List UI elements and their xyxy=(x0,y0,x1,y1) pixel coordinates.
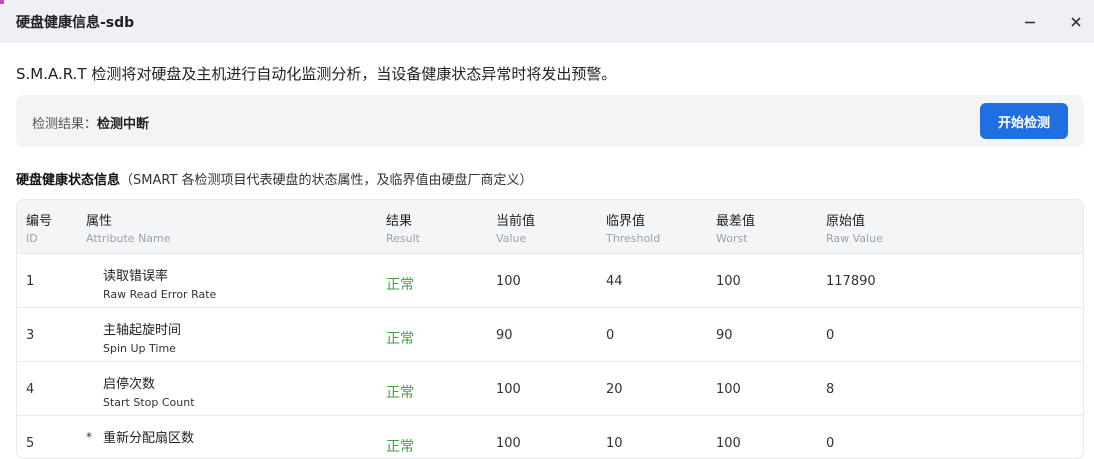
close-icon xyxy=(1071,17,1081,27)
table-row: 4 启停次数 Start Stop Count 正常 100 20 100 8 xyxy=(17,362,1083,416)
row-raw-value: 8 xyxy=(826,382,835,397)
row-attribute: 读取错误率 Raw Read Error Rate xyxy=(103,269,217,301)
section-title: 硬盘健康状态信息（SMART 各检测项目代表硬盘的状态属性，及临界值由硬盘厂商定… xyxy=(16,169,533,188)
close-button[interactable] xyxy=(1062,8,1090,36)
row-result: 正常 xyxy=(386,439,414,455)
row-value: 90 xyxy=(496,328,513,343)
minimize-icon xyxy=(1025,21,1035,24)
column-header-threshold: 临界值 Threshold xyxy=(606,214,661,245)
row-attribute: 主轴起旋时间 Spin Up Time xyxy=(103,323,182,355)
row-id: 1 xyxy=(26,274,35,289)
start-detection-button[interactable]: 开始检测 xyxy=(980,103,1068,139)
row-result: 正常 xyxy=(386,385,414,401)
row-worst: 100 xyxy=(716,382,741,397)
table-header: 编号 ID 属性 Attribute Name 结果 Result 当前值 Value … xyxy=(17,200,1083,254)
corner-accent xyxy=(0,0,4,4)
row-id: 3 xyxy=(26,328,35,343)
table-row: 3 主轴起旋时间 Spin Up Time 正常 90 0 90 0 xyxy=(17,308,1083,362)
row-attribute: 启停次数 Start Stop Count xyxy=(103,377,195,409)
row-worst: 90 xyxy=(716,328,733,343)
column-header-worst: 最差值 Worst xyxy=(716,214,756,245)
column-header-id: 编号 ID xyxy=(26,214,53,245)
window-title: 硬盘健康信息-sdb xyxy=(16,15,135,31)
smart-attributes-table: 编号 ID 属性 Attribute Name 结果 Result 当前值 Value … xyxy=(16,199,1084,459)
table-row: 1 读取错误率 Raw Read Error Rate 正常 100 44 100… xyxy=(17,254,1083,308)
minimize-button[interactable] xyxy=(1016,8,1044,36)
detection-result-value: 检测中断 xyxy=(97,117,150,132)
row-value: 100 xyxy=(496,382,521,397)
column-header-result: 结果 Result xyxy=(386,214,420,245)
detection-result: 检测结果：检测中断 xyxy=(32,113,149,132)
row-result: 正常 xyxy=(386,277,414,293)
window-titlebar: 硬盘健康信息-sdb xyxy=(0,0,1094,43)
row-warning-star: * xyxy=(86,430,92,444)
table-row: 5 * 重新分配扇区数 正常 100 10 100 0 xyxy=(17,416,1083,458)
row-threshold: 0 xyxy=(606,328,615,343)
section-heading: 硬盘健康状态信息 xyxy=(16,173,121,188)
column-header-attribute: 属性 Attribute Name xyxy=(86,214,171,245)
smart-description: S.M.A.R.T 检测将对硬盘及主机进行自动化监测分析，当设备健康状态异常时将… xyxy=(16,65,617,83)
column-header-raw-value: 原始值 Raw Value xyxy=(826,214,883,245)
detection-result-panel: 检测结果：检测中断 开始检测 xyxy=(16,95,1084,147)
row-result: 正常 xyxy=(386,331,414,347)
row-value: 100 xyxy=(496,274,521,289)
row-raw-value: 117890 xyxy=(826,274,876,289)
row-raw-value: 0 xyxy=(826,328,835,343)
section-subtitle: （SMART 各检测项目代表硬盘的状态属性，及临界值由硬盘厂商定义） xyxy=(120,173,533,188)
row-threshold: 20 xyxy=(606,382,623,397)
row-attribute: 重新分配扇区数 xyxy=(103,431,195,446)
row-worst: 100 xyxy=(716,274,741,289)
detection-result-label: 检测结果： xyxy=(32,117,98,132)
row-threshold: 44 xyxy=(606,274,623,289)
row-id: 4 xyxy=(26,382,35,397)
column-header-value: 当前值 Value xyxy=(496,214,536,245)
